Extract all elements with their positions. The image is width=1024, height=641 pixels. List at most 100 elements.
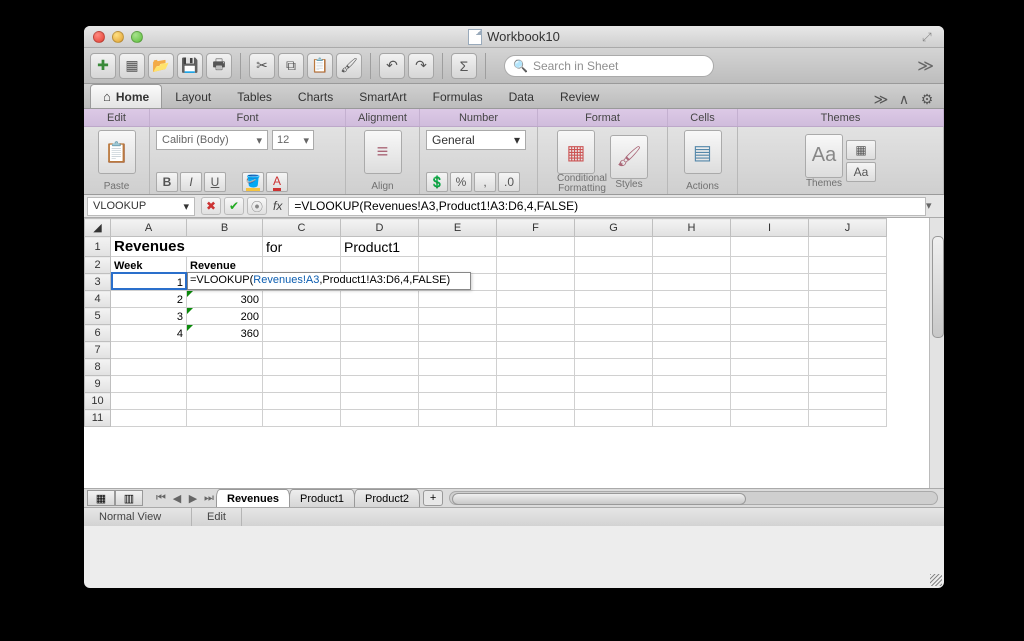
page-layout-view-button[interactable]: ▥ [115, 490, 143, 506]
ribbon-settings-icon[interactable]: ⚙ [918, 91, 936, 108]
sheet-tab-product2[interactable]: Product2 [354, 489, 420, 507]
font-name-select[interactable]: Calibri (Body)▾ [156, 130, 268, 150]
row-header-1[interactable]: 1 [85, 237, 111, 257]
col-header-F[interactable]: F [497, 219, 575, 237]
zoom-window-button[interactable] [131, 31, 143, 43]
col-header-E[interactable]: E [419, 219, 497, 237]
row-header-8[interactable]: 8 [85, 359, 111, 376]
sheet-nav-arrows[interactable]: ⏮ ◀ ▶ ⏭ [153, 492, 217, 505]
styles-button[interactable]: 🖌 [610, 135, 648, 179]
close-window-button[interactable] [93, 31, 105, 43]
currency-button[interactable]: 💲 [426, 172, 448, 192]
col-header-D[interactable]: D [341, 219, 419, 237]
tab-review[interactable]: Review [547, 84, 612, 108]
open-button[interactable]: 📂 [148, 53, 174, 79]
templates-button[interactable]: ▦ [119, 53, 145, 79]
next-sheet-icon[interactable]: ▶ [185, 492, 201, 505]
font-size-select[interactable]: 12▾ [272, 130, 314, 150]
col-header-B[interactable]: B [187, 219, 263, 237]
cell-C1[interactable]: for [263, 237, 341, 257]
col-header-J[interactable]: J [809, 219, 887, 237]
bold-button[interactable]: B [156, 172, 178, 192]
cell-B4[interactable]: 300 [187, 291, 263, 308]
formula-input[interactable]: =VLOOKUP(Revenues!A3,Product1!A3:D6,4,FA… [288, 197, 926, 216]
vertical-scrollbar[interactable] [929, 218, 944, 488]
add-sheet-button[interactable]: + [423, 490, 443, 506]
comma-button[interactable]: , [474, 172, 496, 192]
minimize-window-button[interactable] [112, 31, 124, 43]
font-color-button[interactable]: A [266, 172, 288, 192]
row-header-11[interactable]: 11 [85, 410, 111, 427]
tab-charts[interactable]: Charts [285, 84, 346, 108]
horizontal-scrollbar[interactable] [449, 491, 938, 505]
row-header-3[interactable]: 3 [85, 274, 111, 291]
tab-tables[interactable]: Tables [224, 84, 285, 108]
more-tabs-icon[interactable]: ≫ [872, 91, 890, 108]
percent-button[interactable]: % [450, 172, 472, 192]
format-painter-button[interactable]: 🖌 [336, 53, 362, 79]
fullscreen-icon[interactable]: ⤢ [922, 30, 936, 44]
number-format-select[interactable]: General▾ [426, 130, 526, 150]
cell-B6[interactable]: 360 [187, 325, 263, 342]
tab-data[interactable]: Data [496, 84, 547, 108]
sheet-tab-product1[interactable]: Product1 [289, 489, 355, 507]
print-button[interactable]: 🖶 [206, 53, 232, 79]
italic-button[interactable]: I [180, 172, 202, 192]
cell-A5[interactable]: 3 [111, 308, 187, 325]
redo-button[interactable]: ↷ [408, 53, 434, 79]
row-header-10[interactable]: 10 [85, 393, 111, 410]
underline-button[interactable]: U [204, 172, 226, 192]
paste-big-button[interactable]: 📋 [98, 130, 136, 174]
decimals-button[interactable]: .0 [498, 172, 520, 192]
themes-button[interactable]: Aa [805, 134, 843, 178]
save-button[interactable]: 💾 [177, 53, 203, 79]
conditional-formatting-button[interactable]: ▦ [557, 130, 595, 174]
cell-A6[interactable]: 4 [111, 325, 187, 342]
undo-button[interactable]: ↶ [379, 53, 405, 79]
sheet-tab-revenues[interactable]: Revenues [216, 489, 290, 507]
expand-toolbar-icon[interactable]: ≫ [913, 56, 938, 76]
col-header-C[interactable]: C [263, 219, 341, 237]
cell-D1[interactable]: Product1 [341, 237, 419, 257]
autosum-button[interactable]: Σ [451, 53, 477, 79]
row-header-5[interactable]: 5 [85, 308, 111, 325]
paste-button[interactable]: 📋 [307, 53, 333, 79]
row-header-7[interactable]: 7 [85, 342, 111, 359]
name-box[interactable]: VLOOKUP▾ [87, 197, 195, 216]
tab-formulas[interactable]: Formulas [420, 84, 496, 108]
cell-A4[interactable]: 2 [111, 291, 187, 308]
tab-smartart[interactable]: SmartArt [346, 84, 419, 108]
tab-layout[interactable]: Layout [162, 84, 224, 108]
cell-A1[interactable]: Revenues [111, 237, 263, 257]
row-header-2[interactable]: 2 [85, 257, 111, 274]
cut-button[interactable]: ✂ [249, 53, 275, 79]
col-header-A[interactable]: A [111, 219, 187, 237]
formula-expand-icon[interactable]: ▾ [926, 199, 940, 213]
prev-sheet-icon[interactable]: ◀ [169, 492, 185, 505]
cancel-formula-button[interactable]: ✖ [201, 197, 221, 215]
row-header-6[interactable]: 6 [85, 325, 111, 342]
last-sheet-icon[interactable]: ⏭ [201, 492, 217, 505]
new-workbook-button[interactable]: ✚ [90, 53, 116, 79]
cell-B2[interactable]: Revenue [187, 257, 263, 274]
actions-button[interactable]: ▤ [684, 130, 722, 174]
collapse-ribbon-icon[interactable]: ∧ [895, 91, 913, 108]
normal-view-button[interactable]: ▦ [87, 490, 115, 506]
formula-builder-button[interactable]: ⦿ [247, 197, 267, 215]
search-input[interactable]: 🔍 Search in Sheet [504, 55, 714, 77]
row-header-9[interactable]: 9 [85, 376, 111, 393]
row-header-4[interactable]: 4 [85, 291, 111, 308]
select-all-corner[interactable]: ◢ [85, 219, 111, 237]
cell-A2[interactable]: Week [111, 257, 187, 274]
theme-fonts-button[interactable]: Aa [846, 162, 876, 182]
theme-colors-button[interactable]: ▦ [846, 140, 876, 160]
align-button[interactable]: ≡ [364, 130, 402, 174]
col-header-G[interactable]: G [575, 219, 653, 237]
in-cell-editor[interactable]: =VLOOKUP(Revenues!A3,Product1!A3:D6,4,FA… [187, 272, 471, 290]
cell-A3[interactable]: 1 [111, 274, 187, 291]
cell-B5[interactable]: 200 [187, 308, 263, 325]
col-header-I[interactable]: I [731, 219, 809, 237]
first-sheet-icon[interactable]: ⏮ [153, 492, 169, 505]
accept-formula-button[interactable]: ✔ [224, 197, 244, 215]
tab-home[interactable]: ⌂Home [90, 84, 162, 108]
